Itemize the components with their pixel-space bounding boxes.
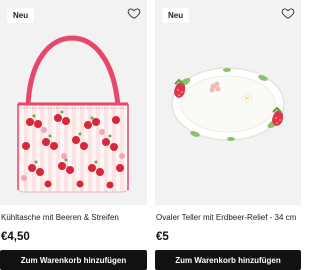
- heart-outline-icon[interactable]: [281, 6, 295, 20]
- new-badge: Neu: [7, 8, 35, 23]
- oval-plate-illustration: [171, 67, 285, 141]
- product-price: €4,50: [1, 231, 30, 243]
- product-card-cooler-bag[interactable]: Neu Kühltasche mit Beeren & Streifen €4,…: [0, 0, 147, 270]
- heart-outline-icon[interactable]: [127, 6, 141, 20]
- product-card-strawberry-plate[interactable]: Neu Ovaler Teller mit Erdbeer-Relief - 3…: [155, 0, 301, 270]
- add-to-cart-button[interactable]: Zum Warenkorb hinzufügen: [155, 250, 301, 270]
- add-to-cart-button[interactable]: Zum Warenkorb hinzufügen: [0, 250, 147, 270]
- product-image-strawberry-plate[interactable]: Neu: [155, 0, 301, 205]
- product-title[interactable]: Kühltasche mit Beeren & Streifen: [1, 213, 119, 222]
- new-badge: Neu: [162, 8, 190, 23]
- product-title[interactable]: Ovaler Teller mit Erdbeer-Relief - 34 cm: [156, 213, 296, 222]
- product-price: €5: [156, 231, 169, 243]
- cooler-bag-illustration: [17, 35, 129, 193]
- product-image-cooler-bag[interactable]: Neu: [0, 0, 147, 205]
